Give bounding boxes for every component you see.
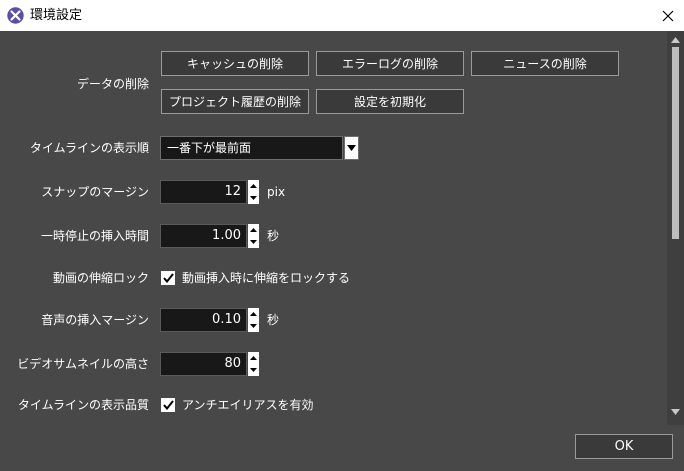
spin-down-icon (250, 196, 257, 200)
checkmark-icon (162, 273, 174, 283)
audio-insert-input[interactable]: 0.10 (160, 308, 247, 332)
thumbnail-height-spinner (248, 352, 259, 376)
video-lock-label: 動画の伸縮ロック (52, 271, 149, 285)
snap-margin-spinner (248, 180, 259, 204)
spin-up-icon (250, 356, 257, 360)
scroll-down-icon (671, 409, 680, 415)
antialias-check-label[interactable]: アンチエイリアスを有効 (182, 397, 314, 413)
audio-insert-label: 音声の挿入マージン (41, 313, 149, 327)
pause-insert-decrement[interactable] (248, 236, 259, 248)
snap-margin-increment[interactable] (248, 180, 259, 192)
pause-insert-input[interactable]: 1.00 (160, 224, 247, 248)
clear-error-log-button[interactable]: エラーログの削除 (316, 51, 464, 76)
audio-insert-increment[interactable] (248, 308, 259, 320)
clear-project-history-button[interactable]: プロジェクト履歴の削除 (161, 89, 309, 114)
spin-down-icon (250, 324, 257, 328)
close-icon (662, 10, 674, 21)
thumbnail-height-input[interactable]: 80 (160, 352, 247, 376)
chevron-down-icon (347, 145, 356, 151)
checkmark-icon (162, 400, 174, 410)
audio-insert-spinner (248, 308, 259, 332)
snap-margin-unit: pix (267, 185, 286, 199)
video-lock-check-label[interactable]: 動画挿入時に伸縮をロックする (182, 270, 350, 286)
snap-margin-input[interactable]: 12 (160, 180, 247, 204)
settings-panel: データの削除 キャッシュの削除 エラーログの削除 ニュースの削除 プロジェクト履… (0, 31, 684, 471)
app-icon (7, 7, 24, 24)
data-delete-label: データの削除 (76, 77, 149, 91)
reset-settings-button[interactable]: 設定を初期化 (316, 89, 464, 114)
clear-cache-button[interactable]: キャッシュの削除 (161, 51, 309, 76)
window-title: 環境設定 (30, 8, 83, 23)
thumbnail-height-label: ビデオサムネイルの高さ (17, 357, 149, 371)
audio-insert-decrement[interactable] (248, 320, 259, 332)
thumbnail-height-increment[interactable] (248, 352, 259, 364)
spin-down-icon (250, 368, 257, 372)
timeline-order-dropdown-button[interactable] (344, 136, 359, 160)
scrollbar-thumb[interactable] (672, 47, 679, 239)
title-bar: 環境設定 (0, 0, 684, 31)
audio-insert-unit: 秒 (267, 313, 280, 327)
pause-insert-spinner (248, 224, 259, 248)
scroll-up-button[interactable] (667, 35, 684, 45)
spin-up-icon (250, 228, 257, 232)
close-button[interactable] (652, 0, 684, 31)
thumbnail-height-decrement[interactable] (248, 364, 259, 376)
ok-button[interactable]: OK (575, 434, 673, 459)
scroll-up-icon (671, 37, 680, 43)
spin-down-icon (250, 240, 257, 244)
snap-margin-decrement[interactable] (248, 192, 259, 204)
timeline-quality-label: タイムラインの表示品質 (17, 398, 149, 412)
spin-up-icon (250, 312, 257, 316)
snap-margin-label: スナップのマージン (41, 185, 149, 199)
spin-up-icon (250, 184, 257, 188)
video-lock-checkbox[interactable] (161, 271, 175, 285)
vertical-scrollbar[interactable] (667, 31, 684, 425)
antialias-checkbox[interactable] (161, 398, 175, 412)
timeline-order-label: タイムラインの表示順 (29, 141, 149, 155)
pause-insert-unit: 秒 (267, 229, 280, 243)
timeline-order-select[interactable]: 一番下が最前面 (160, 136, 343, 160)
scroll-down-button[interactable] (667, 407, 684, 417)
pause-insert-increment[interactable] (248, 224, 259, 236)
clear-news-button[interactable]: ニュースの削除 (471, 51, 619, 76)
pause-insert-label: 一時停止の挿入時間 (40, 229, 149, 243)
